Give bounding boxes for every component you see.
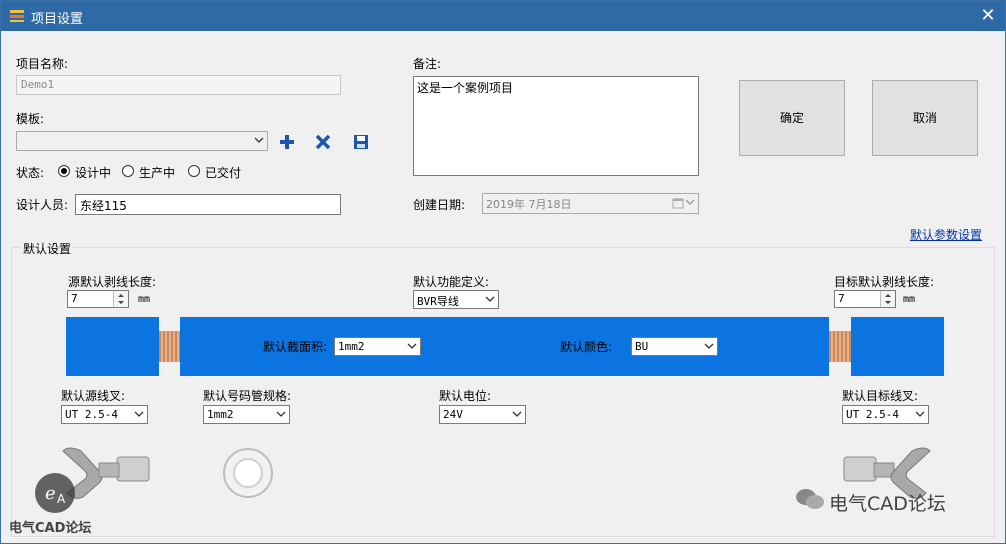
created-date-label: 创建日期: — [413, 198, 466, 212]
chevron-down-icon — [915, 411, 925, 417]
function-label: 默认功能定义: — [413, 275, 490, 289]
cross-section-select[interactable]: 1mm2 — [334, 337, 421, 356]
function-value: BVR导线 — [417, 295, 459, 308]
app-icon — [10, 10, 24, 22]
spinner-buttons[interactable] — [113, 291, 128, 307]
status-option-delivered: 已交付 — [205, 166, 242, 180]
svg-text:A: A — [57, 492, 66, 506]
default-params-link[interactable]: 默认参数设置 — [910, 226, 982, 243]
src-terminal-label: 默认源线叉: — [61, 389, 126, 403]
add-icon[interactable] — [277, 132, 297, 152]
project-name-field[interactable]: Demo1 — [16, 75, 341, 95]
color-value: BU — [635, 340, 649, 353]
watermark-logo-icon: e A — [35, 473, 75, 513]
src-strip-value: 7 — [71, 292, 78, 305]
potential-select[interactable]: 24V — [439, 405, 526, 424]
dst-terminal-value: UT 2.5-4 — [846, 408, 899, 421]
dst-strip-spinner[interactable]: 7 — [834, 290, 896, 308]
watermark-bottom-right: 电气CAD论坛 — [829, 493, 946, 515]
project-name-label: 项目名称: — [16, 57, 69, 71]
color-label: 默认颜色: — [560, 340, 613, 354]
src-strip-unit: mm — [138, 294, 151, 305]
status-option-designing: 设计中 — [75, 166, 112, 180]
notes-label: 备注: — [413, 57, 442, 71]
chevron-down-icon — [685, 199, 695, 205]
chevron-down-icon — [704, 343, 714, 349]
svg-text:e: e — [45, 483, 56, 504]
chevron-down-icon — [485, 296, 495, 302]
tube-value: 1mm2 — [207, 408, 234, 421]
wechat-icon — [796, 489, 824, 509]
ring-tube-image — [223, 448, 273, 498]
dst-strip-value: 7 — [838, 292, 845, 305]
src-strip-label: 源默认剥线长度: — [68, 275, 157, 289]
delete-icon[interactable] — [313, 132, 333, 152]
chevron-down-icon — [254, 137, 264, 143]
designer-field[interactable]: 东经115 — [75, 194, 341, 215]
window-title: 项目设置 — [31, 12, 84, 27]
cross-section-label: 默认截面积: — [263, 340, 328, 354]
created-date-picker[interactable]: 2019年 7月18日 — [482, 193, 699, 214]
status-radio-producing[interactable] — [122, 165, 134, 177]
potential-value: 24V — [443, 408, 463, 421]
status-radio-designing[interactable] — [58, 165, 70, 177]
chevron-down-icon — [512, 411, 522, 417]
wire-insulation-right — [851, 317, 944, 376]
spinner-arrows-icon — [118, 294, 124, 304]
cancel-button[interactable]: 取消 — [872, 80, 978, 156]
src-terminal-value: UT 2.5-4 — [65, 408, 118, 421]
ok-button[interactable]: 确定 — [739, 80, 845, 156]
title-bar: 项目设置 ✕ — [1, 1, 1005, 31]
dst-terminal-select[interactable]: UT 2.5-4 — [842, 405, 929, 424]
chevron-down-icon — [276, 411, 286, 417]
status-radio-delivered[interactable] — [188, 165, 200, 177]
watermark-bottom-left: 电气CAD论坛 — [9, 521, 92, 536]
defaults-group-title: 默认设置 — [21, 240, 74, 257]
tube-select[interactable]: 1mm2 — [203, 405, 290, 424]
status-label: 状态: — [16, 166, 45, 180]
dst-terminal-label: 默认目标线叉: — [842, 389, 919, 403]
template-label: 模板: — [16, 112, 45, 126]
template-select[interactable] — [16, 131, 268, 151]
potential-label: 默认电位: — [439, 389, 492, 403]
created-date-value: 2019年 7月18日 — [486, 198, 572, 211]
dst-strip-unit: mm — [903, 294, 916, 305]
spinner-buttons[interactable] — [880, 291, 895, 307]
save-icon[interactable] — [351, 132, 371, 152]
spinner-arrows-icon — [885, 294, 891, 304]
src-terminal-select[interactable]: UT 2.5-4 — [61, 405, 148, 424]
notes-textarea[interactable]: 这是一个案例项目 — [413, 76, 699, 176]
tube-label: 默认号码管规格: — [203, 389, 292, 403]
wire-conductor-left — [159, 331, 180, 362]
color-select[interactable]: BU — [631, 337, 718, 356]
chevron-down-icon — [134, 411, 144, 417]
designer-label: 设计人员: — [16, 198, 69, 212]
status-option-producing: 生产中 — [139, 166, 176, 180]
calendar-icon — [672, 198, 684, 209]
cross-section-value: 1mm2 — [338, 340, 365, 353]
src-strip-spinner[interactable]: 7 — [67, 290, 129, 308]
wire-conductor-right — [829, 331, 851, 362]
close-icon[interactable]: ✕ — [977, 5, 999, 27]
dst-strip-label: 目标默认剥线长度: — [834, 275, 935, 289]
chevron-down-icon — [407, 343, 417, 349]
wire-insulation-left — [66, 317, 159, 376]
function-select[interactable]: BVR导线 — [413, 290, 499, 309]
project-settings-window: 项目设置 ✕ 项目名称: Demo1 模板: 状态: 设计中 生产中 已交付 设… — [0, 0, 1006, 544]
